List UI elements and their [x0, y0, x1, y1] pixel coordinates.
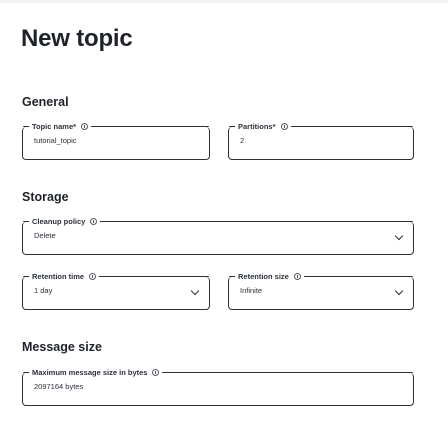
cleanup-policy-select[interactable]: Cleanup policy Delete [22, 217, 414, 255]
page-title: New topic [21, 25, 133, 52]
section-storage-heading: Storage [22, 190, 69, 204]
partitions-label: Partitions* [238, 121, 276, 131]
info-icon[interactable] [81, 122, 89, 130]
max-message-size-label: Maximum message size in bytes [32, 367, 148, 377]
cleanup-policy-label: Cleanup policy [32, 216, 86, 226]
chevron-down-icon[interactable] [394, 286, 404, 296]
chevron-down-icon[interactable] [394, 231, 404, 241]
retention-size-value: Infinite [240, 286, 263, 295]
info-icon[interactable] [152, 368, 160, 376]
partitions-field[interactable]: Partitions* 2 [228, 122, 414, 160]
topic-name-label: Topic name* [32, 121, 77, 131]
info-icon[interactable] [90, 217, 98, 225]
info-icon[interactable] [280, 122, 288, 130]
topic-name-input[interactable]: tutorial_topic [34, 136, 77, 145]
partitions-input[interactable]: 2 [240, 136, 244, 145]
top-divider [0, 0, 448, 3]
section-message-size-heading: Message size [22, 340, 102, 354]
section-general-heading: General [22, 95, 69, 109]
retention-size-label: Retention size [238, 271, 289, 281]
cleanup-policy-value: Delete [34, 231, 56, 240]
max-message-size-field[interactable]: Maximum message size in bytes 2097164 by… [22, 368, 414, 406]
max-message-size-input[interactable]: 2097164 bytes [34, 382, 83, 391]
chevron-down-icon[interactable] [190, 286, 200, 296]
topic-name-field[interactable]: Topic name* tutorial_topic [22, 122, 210, 160]
retention-time-label: Retention time [32, 271, 85, 281]
retention-time-select[interactable]: Retention time 1 day [22, 272, 210, 310]
retention-size-select[interactable]: Retention size Infinite [228, 272, 414, 310]
info-icon[interactable] [293, 272, 301, 280]
info-icon[interactable] [89, 272, 97, 280]
retention-time-value: 1 day [34, 286, 53, 295]
